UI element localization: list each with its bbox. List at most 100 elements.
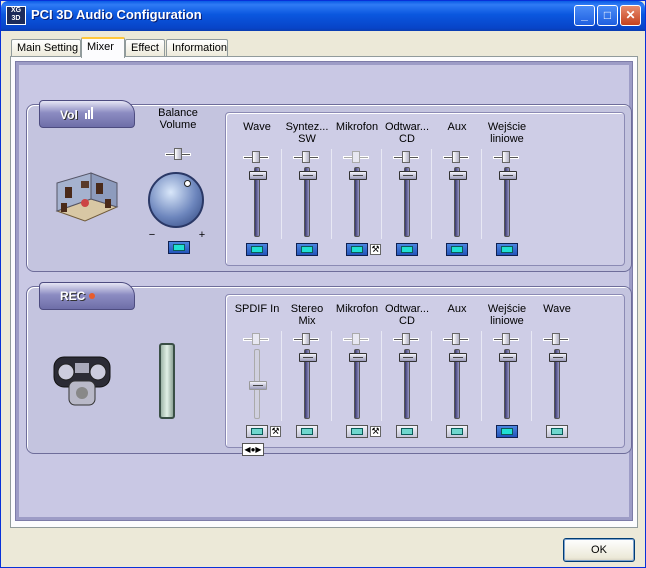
volume-mute-button[interactable] <box>246 243 268 256</box>
record-balance-slider[interactable] <box>393 333 419 345</box>
close-button[interactable]: ✕ <box>620 5 641 26</box>
volume-balance-slider[interactable] <box>393 151 419 163</box>
record-channel: Odtwar... CD <box>382 295 432 447</box>
record-mute-button[interactable] <box>546 425 568 438</box>
record-channel: Aux <box>432 295 482 447</box>
volume-balance-slider[interactable] <box>493 151 519 163</box>
record-balance-slider[interactable] <box>443 333 469 345</box>
volume-settings-icon[interactable]: ⚒ <box>370 244 381 255</box>
maximize-icon: □ <box>603 8 612 22</box>
record-channel-sublabel: liniowe <box>490 315 524 327</box>
tab-main-setting[interactable]: Main Setting <box>11 39 81 57</box>
record-volume-thumb[interactable] <box>549 353 567 362</box>
record-section: REC SPDIF In ⚒ Stereo Mix Mikrofon ⚒ Odt… <box>26 282 632 456</box>
record-channel: Mikrofon ⚒ <box>332 295 382 447</box>
volume-balance-slider[interactable] <box>343 151 369 163</box>
audio-app-icon: XG 3D <box>6 6 26 25</box>
volume-channel-sublabel: liniowe <box>490 133 524 145</box>
record-mute-button[interactable] <box>346 425 368 438</box>
record-mute-button[interactable] <box>496 425 518 438</box>
minimize-button[interactable]: _ <box>574 5 595 26</box>
volume-volume-thumb[interactable] <box>399 171 417 180</box>
master-balance-slider[interactable] <box>165 148 191 160</box>
record-balance-slider[interactable] <box>293 333 319 345</box>
volume-volume-thumb[interactable] <box>499 171 517 180</box>
record-mute-button[interactable] <box>446 425 468 438</box>
balance-label: Balance <box>158 107 198 119</box>
record-balance-slider[interactable] <box>493 333 519 345</box>
volume-volume-thumb[interactable] <box>299 171 317 180</box>
record-channel: Wejście liniowe <box>482 295 532 447</box>
record-volume-thumb[interactable] <box>499 353 517 362</box>
volume-channel-label: Odtwar... <box>384 121 430 133</box>
record-balance-slider[interactable] <box>343 333 369 345</box>
record-balance-slider[interactable] <box>243 333 269 345</box>
record-settings-icon[interactable]: ⚒ <box>370 426 381 437</box>
record-channel-label: Wejście <box>487 303 527 315</box>
mixer-panel: Vol Balance Volume − + Wave Syntez... SW… <box>10 56 638 528</box>
title-bar[interactable]: XG 3D PCI 3D Audio Configuration _ □ ✕ <box>1 1 645 31</box>
volume-mute-button[interactable] <box>446 243 468 256</box>
volume-balance-slider[interactable] <box>243 151 269 163</box>
volume-volume-slider[interactable] <box>299 167 317 237</box>
speaker-icon: ◀●▶ <box>244 445 262 454</box>
volume-volume-slider[interactable] <box>399 167 417 237</box>
volume-mute-button[interactable] <box>396 243 418 256</box>
volume-mute-button[interactable] <box>496 243 518 256</box>
volume-balance-slider[interactable] <box>293 151 319 163</box>
volume-bars-icon <box>85 107 94 122</box>
record-header: REC <box>39 282 135 310</box>
tab-mixer[interactable]: Mixer <box>81 37 125 58</box>
volume-label: Volume <box>159 119 197 131</box>
record-volume-slider[interactable] <box>499 349 517 419</box>
volume-mute-button[interactable] <box>346 243 368 256</box>
speaker-room-area <box>37 131 127 237</box>
volume-volume-thumb[interactable] <box>249 171 267 180</box>
tab-effect[interactable]: Effect <box>125 39 165 57</box>
volume-mute-button[interactable] <box>296 243 318 256</box>
volume-volume-thumb[interactable] <box>449 171 467 180</box>
record-mute-button[interactable] <box>396 425 418 438</box>
volume-channel-label: Aux <box>447 121 467 133</box>
record-mute-button[interactable] <box>246 425 268 438</box>
record-channel: Wave <box>532 295 582 447</box>
mixer-frame: Vol Balance Volume − + Wave Syntez... SW… <box>15 61 633 521</box>
record-volume-slider[interactable] <box>299 349 317 419</box>
volume-volume-slider[interactable] <box>499 167 517 237</box>
volume-minus-label: − <box>148 229 156 241</box>
record-header-label: REC <box>60 289 86 303</box>
maximize-button[interactable]: □ <box>597 5 618 26</box>
window-title: PCI 3D Audio Configuration <box>31 7 202 22</box>
record-channels-panel: SPDIF In ⚒ Stereo Mix Mikrofon ⚒ Odtwar... CD Au… <box>225 294 625 456</box>
volume-channel-label: Mikrofon <box>335 121 379 133</box>
volume-volume-slider[interactable] <box>449 167 467 237</box>
volume-channel: Wejście liniowe <box>482 113 532 265</box>
record-volume-thumb[interactable] <box>299 353 317 362</box>
master-volume-knob[interactable] <box>148 172 204 228</box>
volume-volume-slider[interactable] <box>349 167 367 237</box>
record-volume-slider[interactable] <box>549 349 567 419</box>
record-volume-thumb[interactable] <box>249 381 267 390</box>
record-volume-thumb[interactable] <box>349 353 367 362</box>
record-balance-slider[interactable] <box>543 333 569 345</box>
record-channel-sublabel: Mix <box>298 315 316 327</box>
record-volume-slider[interactable] <box>399 349 417 419</box>
record-mute-button[interactable] <box>296 425 318 438</box>
record-volume-thumb[interactable] <box>399 353 417 362</box>
record-channel-label: Wave <box>543 303 571 315</box>
volume-channel-sublabel: SW <box>298 133 316 145</box>
master-mute-button[interactable] <box>168 241 190 254</box>
ok-button[interactable]: OK <box>563 538 635 562</box>
record-volume-slider[interactable] <box>249 349 267 419</box>
record-volume-slider[interactable] <box>349 349 367 419</box>
tab-information[interactable]: Information <box>166 39 228 57</box>
record-volume-thumb[interactable] <box>449 353 467 362</box>
record-channel-label: SPDIF In <box>234 303 280 315</box>
spdif-output-button[interactable]: ◀●▶ <box>242 443 264 456</box>
volume-balance-slider[interactable] <box>443 151 469 163</box>
speaker-room-icon <box>55 172 119 222</box>
record-volume-slider[interactable] <box>449 349 467 419</box>
record-settings-icon[interactable]: ⚒ <box>270 426 281 437</box>
volume-volume-thumb[interactable] <box>349 171 367 180</box>
volume-volume-slider[interactable] <box>249 167 267 237</box>
